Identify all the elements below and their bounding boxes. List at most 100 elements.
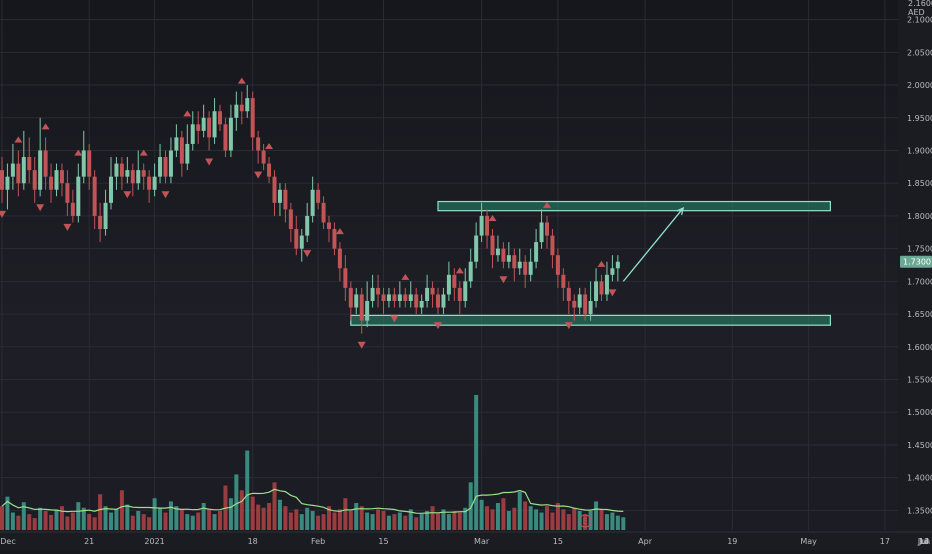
candle-body: [294, 229, 299, 249]
fractal-down-marker: [0, 210, 6, 218]
candle-body: [436, 294, 440, 308]
candle-body: [185, 143, 190, 164]
candle-body: [490, 235, 495, 256]
volume-bar: [54, 509, 59, 530]
candle-body: [523, 261, 528, 275]
volume-bar: [572, 507, 577, 530]
volume-bar: [65, 516, 70, 530]
candle-body: [550, 235, 555, 256]
volume-bar: [485, 506, 490, 530]
chart-root[interactable]: EE 2.10002.05002.00001.95001.90001.85001…: [0, 0, 932, 550]
candle-body: [604, 274, 609, 295]
volume-bar: [16, 515, 21, 530]
volume-bar: [555, 503, 560, 530]
volume-bar: [256, 504, 261, 530]
candle-body: [256, 137, 261, 151]
volume-bar: [27, 514, 32, 530]
candle-body: [43, 150, 48, 177]
candle-body: [348, 287, 353, 308]
candle-body: [337, 248, 342, 269]
candle-body: [245, 98, 250, 112]
price-tick-label: 1.7000: [907, 277, 932, 286]
candle-body: [463, 281, 468, 301]
volume-bar: [359, 506, 364, 530]
candle-body: [288, 209, 293, 230]
candle-body: [27, 157, 32, 171]
fractal-up-marker: [237, 77, 246, 84]
candle-body: [359, 294, 364, 321]
time-tick-label: 15: [378, 537, 388, 546]
price-axis[interactable]: 2.10002.05002.00001.95001.90001.85001.80…: [898, 0, 932, 550]
candle-body: [38, 150, 43, 190]
price-chart[interactable]: EE 2.10002.05002.00001.95001.90001.85001…: [0, 0, 932, 550]
candle-body: [158, 157, 163, 177]
candle-body: [201, 117, 206, 131]
candle-body: [555, 255, 560, 275]
volume-bar: [185, 514, 190, 530]
volume-bar: [245, 450, 250, 530]
resistance-zone[interactable]: [437, 200, 831, 212]
price-tick-label: 1.9000: [907, 146, 932, 155]
candle-body: [239, 104, 244, 112]
candle-body: [599, 281, 604, 295]
fractal-down-marker: [357, 341, 366, 349]
candle-body: [452, 274, 457, 288]
candle-body: [76, 176, 81, 216]
candle-body: [32, 170, 37, 190]
candle-body: [218, 111, 222, 125]
candle-body: [310, 189, 315, 216]
candle-body: [403, 294, 408, 301]
volume-bar: [446, 514, 451, 530]
volume-bar: [130, 515, 135, 530]
volume-bar: [261, 507, 266, 530]
time-tick-label: 15: [553, 537, 563, 546]
fractal-up-marker: [41, 123, 50, 130]
time-axis[interactable]: Dec 21 2021 18 Feb 15 Mar 15 Apr 19 May 17 Jun14Jul1…: [0, 531, 932, 550]
candle-body: [168, 150, 173, 177]
candle-body: [495, 248, 500, 256]
price-tick-label: 1.3500: [907, 506, 932, 515]
volume-bar: [321, 514, 326, 530]
price-tick-label: 1.8000: [907, 212, 932, 221]
volume-bar: [10, 512, 15, 530]
price-tick-label: 1.4500: [907, 441, 932, 450]
volume-bar: [365, 512, 370, 530]
candle-body: [228, 117, 233, 151]
volume-bar: [561, 509, 566, 530]
price-tick-label: 1.5000: [907, 408, 932, 417]
price-tick-label: 1.8500: [907, 179, 932, 188]
time-tick-label: 18: [248, 537, 258, 546]
volume-bar: [59, 506, 64, 530]
fractal-up-marker: [183, 110, 192, 117]
volume-bar: [283, 506, 288, 530]
candle-body: [87, 150, 92, 177]
candle-body: [539, 222, 544, 243]
volume-bar: [228, 498, 233, 530]
candle-body: [103, 202, 108, 230]
volume-bar: [419, 514, 424, 530]
volume-bar: [332, 512, 337, 530]
volume-bar: [98, 494, 103, 530]
volume-bar: [474, 395, 479, 530]
volume-bar: [141, 514, 146, 530]
candle-body: [386, 294, 391, 301]
fractal-up-marker: [401, 273, 410, 280]
volume-bar: [392, 514, 397, 530]
candle-body: [305, 215, 310, 236]
candle-body: [343, 268, 348, 288]
projection-arrow[interactable]: [622, 207, 684, 282]
candle-body: [65, 183, 70, 203]
time-tick-label: May: [800, 537, 817, 546]
candle-body: [119, 163, 124, 177]
volume-bar: [76, 502, 81, 530]
volume-bar: [250, 496, 255, 530]
volume-bar: [152, 498, 157, 530]
candle-body: [163, 157, 168, 177]
candle-body: [528, 261, 533, 275]
fractal-down-marker: [608, 289, 617, 297]
volume-bar: [163, 512, 168, 530]
price-top-partial-label: 2.1600: [908, 0, 932, 8]
annotations-layer[interactable]: EE: [578, 206, 932, 528]
candle-body: [109, 176, 113, 203]
candle-body: [397, 294, 402, 301]
